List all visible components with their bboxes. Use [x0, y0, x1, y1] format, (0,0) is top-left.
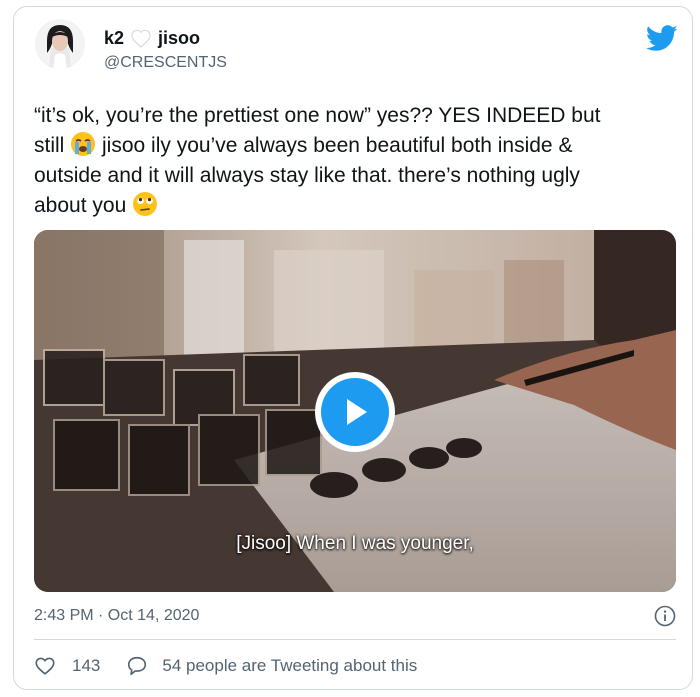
- reply-icon[interactable]: [126, 655, 148, 677]
- twitter-bird-icon[interactable]: [645, 25, 678, 52]
- play-button[interactable]: [315, 372, 395, 452]
- video-subtitle: [Jisoo] When I was younger,: [236, 533, 474, 554]
- heart-icon: [130, 28, 152, 48]
- author-display-name[interactable]: k2 jisoo: [104, 27, 200, 49]
- heart-outline-icon[interactable]: [34, 655, 56, 677]
- tweet-actions: 143 54 people are Tweeting about this: [34, 655, 417, 677]
- author-handle[interactable]: @CRESCENTJS: [104, 53, 227, 73]
- tweet-timestamp[interactable]: 2:43 PM · Oct 14, 2020: [34, 606, 199, 626]
- video-player[interactable]: [Jisoo] When I was younger,: [34, 230, 676, 592]
- author-name-part2: jisoo: [158, 28, 201, 48]
- loudly-crying-face-icon: [70, 131, 96, 157]
- tweet-text-part2: jisoo ily you’ve always been beautiful b…: [34, 134, 580, 217]
- tweet-text: “it’s ok, you’re the prettiest one now” …: [34, 101, 674, 221]
- play-icon: [321, 378, 389, 446]
- tweet-card: k2 jisoo @CRESCENTJS “it’s ok, you’re th…: [13, 6, 693, 690]
- avatar[interactable]: [35, 19, 85, 69]
- tweeting-about-text[interactable]: 54 people are Tweeting about this: [162, 655, 417, 677]
- face-with-rolling-eyes-icon: [132, 191, 158, 217]
- like-count[interactable]: 143: [72, 655, 100, 677]
- divider: [34, 639, 676, 640]
- info-icon[interactable]: [654, 605, 676, 627]
- author-name-part1: k2: [104, 28, 125, 48]
